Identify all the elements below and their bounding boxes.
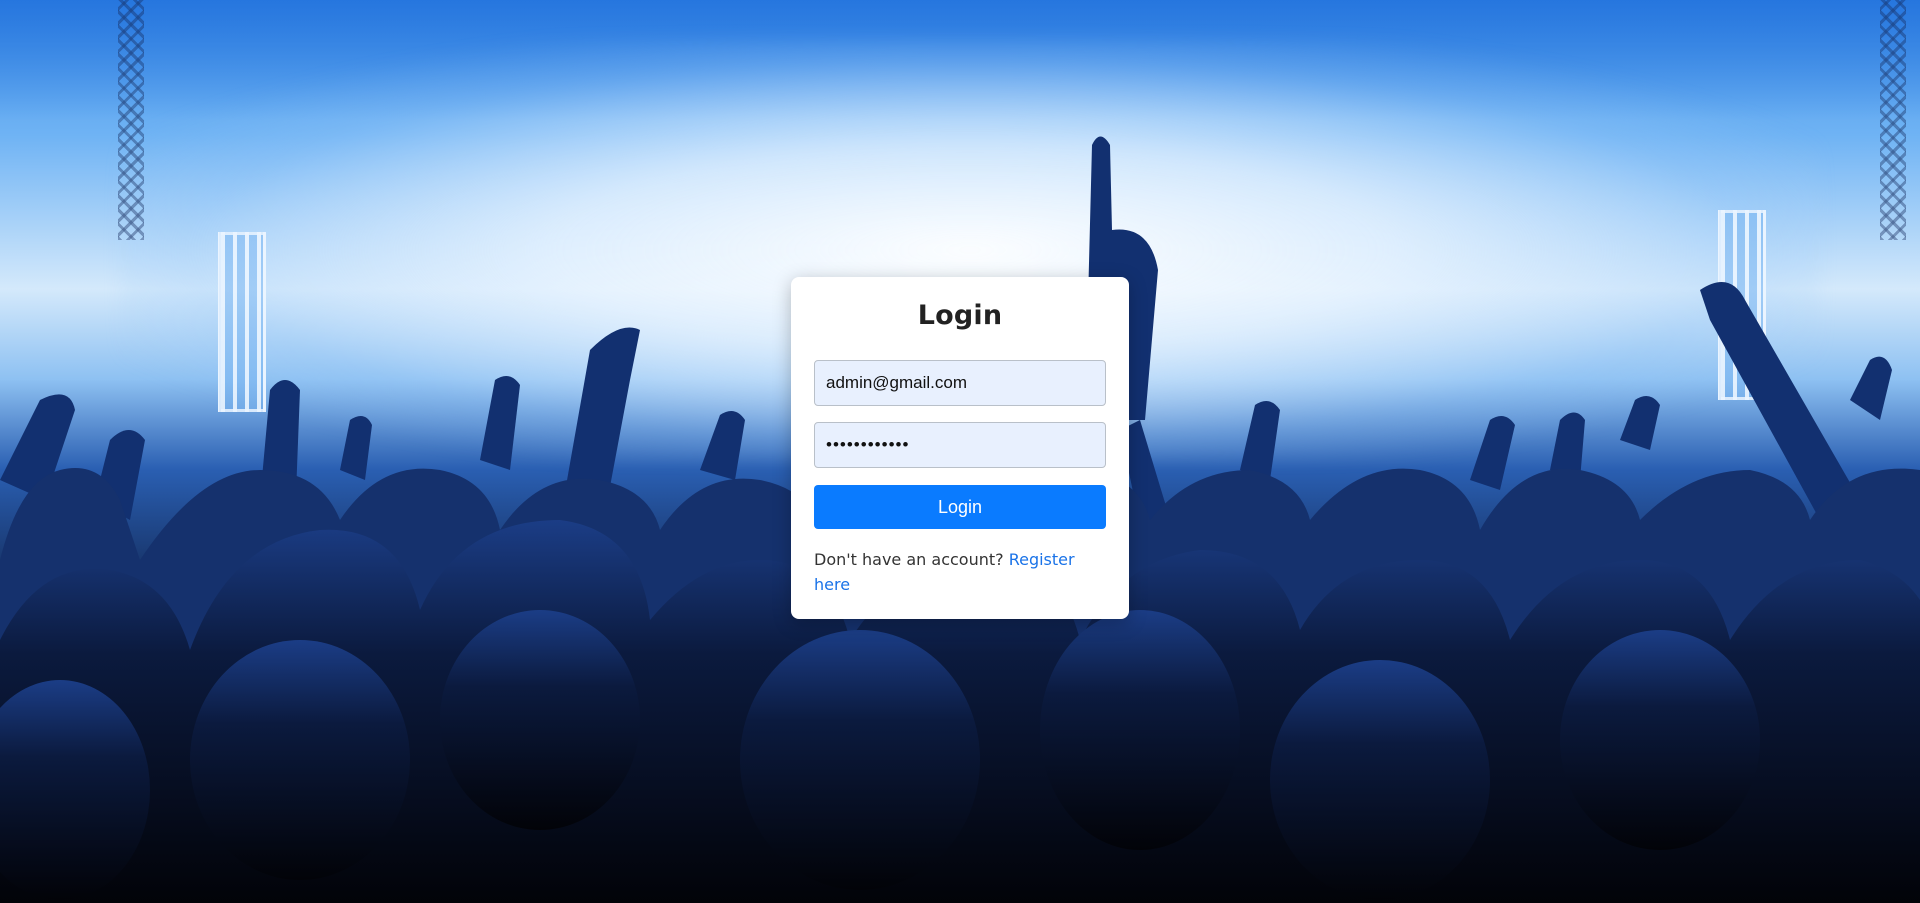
email-input[interactable] — [814, 360, 1106, 406]
register-prompt-text: Don't have an account? — [814, 550, 1009, 569]
register-prompt: Don't have an account? Register here — [814, 547, 1106, 597]
login-button[interactable]: Login — [814, 485, 1106, 529]
password-input[interactable] — [814, 422, 1106, 468]
login-card: Login Login Don't have an account? Regis… — [791, 277, 1129, 619]
login-title: Login — [917, 300, 1003, 331]
